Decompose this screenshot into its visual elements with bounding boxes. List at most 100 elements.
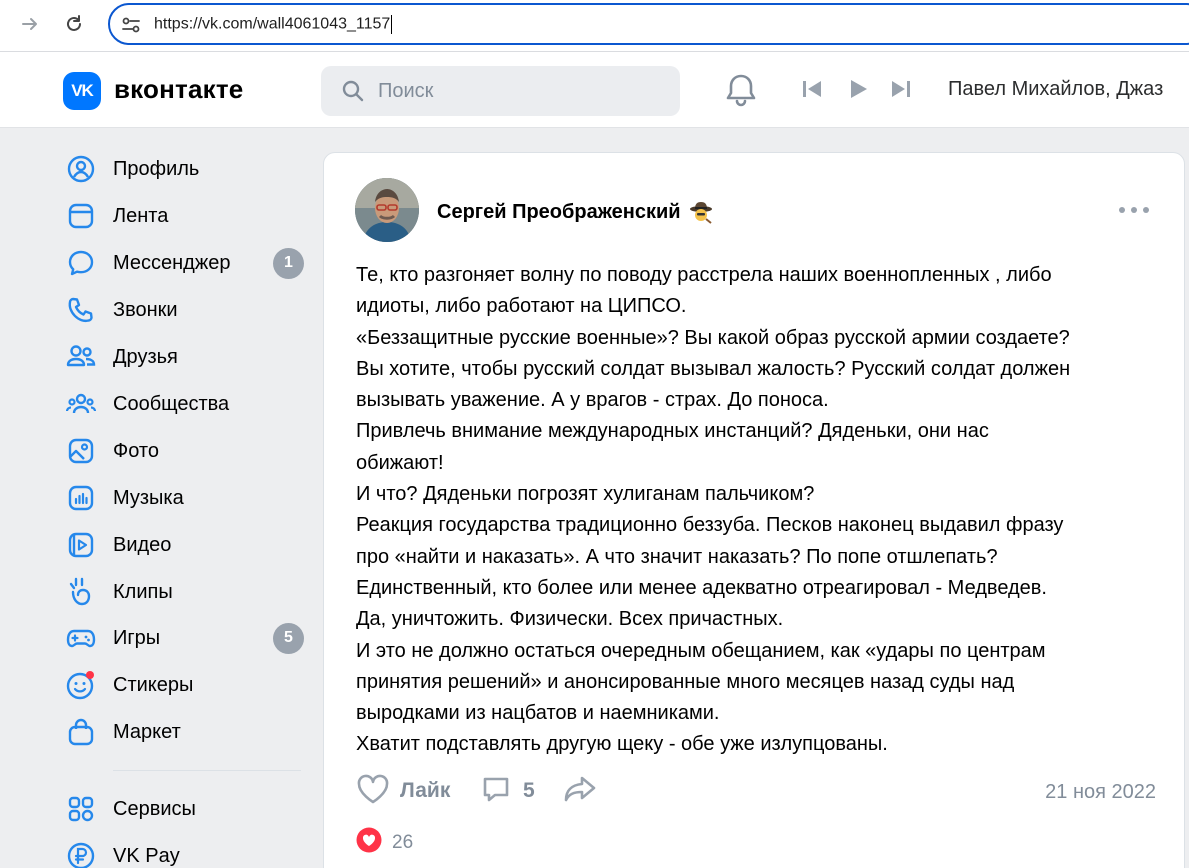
clips-icon	[66, 577, 96, 607]
reactions-summary[interactable]: 26	[356, 827, 413, 858]
sidebar-item-music[interactable]: Музыка	[66, 480, 306, 516]
left-sidebar: Профиль Лента Мессенджер 1 Звонки Друзья…	[0, 128, 320, 868]
site-header: VK вконтакте Поиск Павел Михайлов, Джаз	[0, 52, 1189, 128]
search-icon	[341, 79, 365, 103]
brand-name[interactable]: вконтакте	[114, 74, 243, 105]
sidebar-item-games[interactable]: Игры 5	[66, 620, 306, 656]
play-icon[interactable]	[847, 78, 873, 102]
stickers-icon	[66, 670, 96, 700]
games-icon	[66, 623, 96, 653]
post-text-line: идиоты, либо работают на ЦИПСО.	[356, 295, 687, 318]
sidebar-item-vkpay[interactable]: VK Pay	[66, 838, 306, 868]
sidebar-item-label: Стикеры	[113, 673, 194, 696]
comment-icon	[481, 774, 511, 809]
next-track-icon[interactable]	[890, 78, 916, 102]
heart-reaction-icon	[356, 827, 382, 858]
reload-icon[interactable]	[60, 10, 88, 38]
music-icon	[66, 483, 96, 513]
post-text: Те, кто разгоняет волну по поводу расстр…	[356, 260, 1166, 761]
communities-icon	[66, 389, 96, 419]
phone-icon	[66, 295, 96, 325]
sidebar-item-market[interactable]: Маркет	[66, 714, 306, 750]
post-date[interactable]: 21 ноя 2022	[1045, 781, 1156, 804]
sidebar-item-label: Сообщества	[113, 392, 230, 415]
post-text-line: И это не должно остаться очередным обеща…	[356, 639, 1046, 662]
sidebar-item-calls[interactable]: Звонки	[66, 292, 306, 328]
vk-logo[interactable]: VK	[63, 72, 101, 110]
sidebar-item-label: Музыка	[113, 486, 184, 509]
url-value: https://vk.com/wall4061043_1157	[154, 15, 391, 33]
sidebar-item-feed[interactable]: Лента	[66, 198, 306, 234]
post-text-line: вызывать уважение. А у врагов - страх. Д…	[356, 389, 829, 412]
video-icon	[66, 530, 96, 560]
detective-emoji-icon	[689, 200, 713, 224]
sidebar-item-label: Игры	[113, 626, 161, 649]
post-text-line: принятия решений» и анонсированные много…	[356, 670, 1015, 693]
now-playing-track[interactable]: Павел Михайлов, Джаз	[948, 78, 1189, 101]
sidebar-item-label: Клипы	[113, 580, 173, 603]
site-settings-icon[interactable]	[120, 14, 142, 36]
post-more-options-icon[interactable]	[1119, 203, 1149, 217]
share-button[interactable]	[563, 773, 597, 809]
sidebar-item-clips[interactable]: Клипы	[66, 574, 306, 610]
vkpay-icon	[66, 841, 96, 868]
sidebar-item-label: Маркет	[113, 720, 181, 743]
post-text-line: И что? Дяденьки погрозят хулиганам пальч…	[356, 483, 815, 506]
post-text-line: Вы хотите, чтобы русский солдат вызывал …	[356, 357, 1071, 380]
sidebar-item-label: Лента	[113, 204, 169, 227]
url-text[interactable]: https://vk.com/wall4061043_1157	[154, 15, 393, 34]
sidebar-item-label: Видео	[113, 533, 172, 556]
new-indicator-dot	[86, 671, 94, 679]
browser-toolbar: https://vk.com/wall4061043_1157	[0, 0, 1189, 52]
friends-icon	[66, 342, 96, 372]
sidebar-item-communities[interactable]: Сообщества	[66, 386, 306, 422]
previous-track-icon[interactable]	[801, 78, 827, 102]
search-input[interactable]: Поиск	[321, 66, 680, 116]
profile-icon	[66, 154, 96, 184]
notifications-bell-icon[interactable]	[724, 72, 758, 108]
sidebar-divider	[113, 770, 301, 771]
sidebar-item-video[interactable]: Видео	[66, 527, 306, 563]
post-actions: Лайк 5 21 ноя 2022	[356, 773, 1156, 813]
post-text-line: Привлечь внимание международных инстанци…	[356, 420, 989, 443]
address-bar[interactable]: https://vk.com/wall4061043_1157	[108, 3, 1189, 45]
sidebar-item-messenger[interactable]: Мессенджер 1	[66, 245, 306, 281]
sidebar-item-profile[interactable]: Профиль	[66, 151, 306, 187]
post-text-line: Единственный, кто более или менее адеква…	[356, 576, 1047, 599]
forward-arrow-icon[interactable]	[16, 10, 44, 38]
comments-count: 5	[523, 779, 535, 802]
author-name[interactable]: Сергей Преображенский	[437, 201, 681, 224]
photo-icon	[66, 436, 96, 466]
like-button[interactable]: Лайк	[356, 773, 450, 809]
services-icon	[66, 794, 96, 824]
like-label: Лайк	[400, 779, 451, 802]
sidebar-item-stickers[interactable]: Стикеры	[66, 667, 306, 703]
post-text-line: выродками из нацбатов и наемниками.	[356, 702, 720, 725]
post-author[interactable]: Сергей Преображенский	[437, 200, 713, 224]
post-text-line: Хватит подставлять другую щеку - обе уже…	[356, 733, 888, 756]
post-text-line: Те, кто разгоняет волну по поводу расстр…	[356, 264, 1052, 286]
post-text-line: Реакция государства традиционно беззуба.…	[356, 514, 1064, 537]
comment-button[interactable]: 5	[481, 773, 535, 809]
post-text-line: обижают!	[356, 451, 444, 474]
reactions-count: 26	[392, 831, 414, 853]
sidebar-item-label: Сервисы	[113, 797, 196, 820]
sidebar-item-label: Мессенджер	[113, 251, 231, 274]
market-icon	[66, 717, 96, 747]
heart-outline-icon	[356, 773, 390, 810]
post-text-line: Да, уничтожить. Физически. Всех причастн…	[356, 608, 784, 631]
sidebar-item-label: Фото	[113, 439, 159, 462]
sidebar-item-label: Звонки	[113, 298, 178, 321]
post-text-line: «Беззащитные русские военные»? Вы какой …	[356, 326, 1070, 349]
games-count-badge: 5	[273, 622, 304, 654]
share-arrow-icon	[563, 774, 597, 809]
sidebar-item-friends[interactable]: Друзья	[66, 339, 306, 375]
author-avatar[interactable]	[355, 178, 419, 242]
sidebar-item-services[interactable]: Сервисы	[66, 791, 306, 827]
sidebar-item-photo[interactable]: Фото	[66, 433, 306, 469]
sidebar-item-label: Друзья	[113, 345, 178, 368]
messenger-icon	[66, 248, 96, 278]
post-text-line: про «найти и наказать». А что значит нак…	[356, 545, 998, 568]
sidebar-item-label: Профиль	[113, 157, 200, 180]
sidebar-item-label: VK Pay	[113, 844, 180, 867]
